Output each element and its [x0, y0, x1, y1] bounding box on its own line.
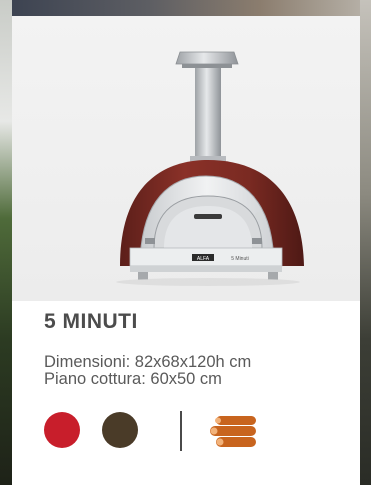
dimensions-text: Dimensioni: 82x68x120h cm: [44, 353, 252, 371]
pizza-oven-image: ALFA 5 Minuti: [116, 51, 304, 286]
brand-plate-text: ALFA: [197, 256, 210, 262]
background-photo-right: [360, 0, 371, 485]
background-photo-left: [0, 0, 12, 485]
cooking-surface-text: Piano cottura: 60x50 cm: [44, 370, 222, 388]
product-image[interactable]: ALFA 5 Minuti: [12, 16, 360, 301]
model-plate-text: 5 Minuti: [231, 256, 249, 262]
product-specs: Dimensioni: 82x68x120h cm Piano cottura:…: [44, 354, 251, 388]
color-swatch-brown[interactable]: [102, 412, 138, 448]
color-swatch-red[interactable]: [44, 412, 80, 448]
color-options: [44, 411, 344, 453]
wood-logs-icon: [210, 416, 256, 447]
background-photo-top: [0, 0, 371, 16]
product-title: 5 MINUTI: [44, 310, 138, 333]
product-card[interactable]: ALFA 5 Minuti 5 MINUTI Dimensioni: 82x68…: [12, 16, 360, 485]
divider: [180, 411, 182, 451]
